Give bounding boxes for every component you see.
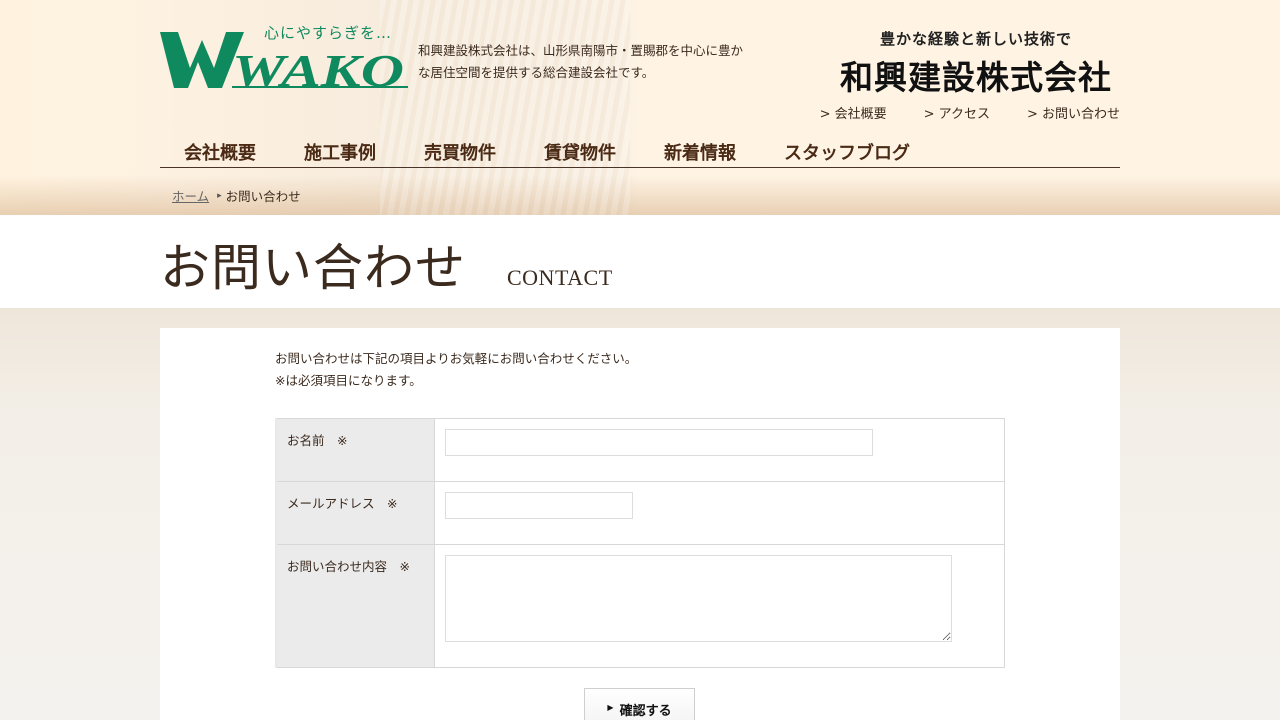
form-row-message: お問い合わせ内容 ※ bbox=[275, 544, 1005, 668]
message-field-cell bbox=[433, 544, 1005, 668]
contact-form-table: お名前 ※ メールアドレス ※ お問い合わせ内容 ※ bbox=[275, 418, 1005, 668]
form-row-email: メールアドレス ※ bbox=[275, 481, 1005, 545]
breadcrumb-home[interactable]: ホーム bbox=[172, 186, 209, 205]
logo-tagline: 心にやすらぎを… bbox=[264, 24, 393, 42]
message-textarea[interactable] bbox=[444, 555, 952, 642]
email-input[interactable] bbox=[444, 492, 633, 519]
name-label: お名前 ※ bbox=[275, 418, 435, 482]
wako-logo[interactable]: 心にやすらぎを… WAKO bbox=[160, 22, 410, 96]
header-wood-texture bbox=[380, 0, 630, 215]
gnav-item-sale[interactable]: 売買物件 bbox=[400, 141, 520, 167]
logo-text: WAKO bbox=[232, 45, 404, 92]
name-field-cell bbox=[433, 418, 1005, 482]
header-description: 和興建設株式会社は、山形県南陽市・置賜郡を中心に豊かな居住空間を提供する総合建設… bbox=[418, 43, 744, 80]
confirm-button[interactable]: ▶ 確認する bbox=[584, 688, 695, 720]
util-link-access[interactable]: > アクセス bbox=[924, 103, 990, 122]
gnav-item-staff-blog[interactable]: スタッフブログ bbox=[760, 141, 934, 167]
contact-panel: お問い合わせは下記の項目よりお気軽にお問い合わせください。 ※は必須項目になりま… bbox=[160, 328, 1120, 720]
brand-block: 豊かな経験と新しい技術で 和興建設株式会社 bbox=[836, 28, 1116, 99]
global-nav: 会社概要 施工事例 売買物件 賃貸物件 新着情報 スタッフブログ bbox=[160, 141, 1120, 168]
title-band: お問い合わせ CONTACT bbox=[0, 215, 1280, 308]
form-row-name: お名前 ※ bbox=[275, 418, 1005, 482]
page-subtitle: CONTACT bbox=[507, 265, 613, 290]
email-field-cell bbox=[433, 481, 1005, 545]
gnav-item-works[interactable]: 施工事例 bbox=[280, 141, 400, 167]
site-header: 心にやすらぎを… WAKO 和興建設株式会社は、山形県南陽市・置賜郡を中心に豊か… bbox=[0, 0, 1280, 215]
page-title: お問い合わせ bbox=[160, 239, 466, 297]
email-label: メールアドレス ※ bbox=[275, 481, 435, 545]
breadcrumb: ホーム ▸ お問い合わせ bbox=[172, 186, 301, 205]
breadcrumb-current: お問い合わせ bbox=[225, 189, 301, 204]
required-note: ※は必須項目になります。 bbox=[275, 373, 422, 388]
intro-line: お問い合わせは下記の項目よりお気軽にお問い合わせください。 bbox=[275, 351, 638, 366]
chevron-right-icon: ▸ bbox=[217, 190, 222, 201]
gnav-item-rental[interactable]: 賃貸物件 bbox=[520, 141, 640, 167]
brand-name: 和興建設株式会社 bbox=[840, 58, 1112, 97]
confirm-label: 確認する bbox=[619, 704, 672, 719]
brand-tagline: 豊かな経験と新しい技術で bbox=[879, 30, 1072, 48]
message-label: お問い合わせ内容 ※ bbox=[275, 544, 435, 668]
gnav-item-news[interactable]: 新着情報 bbox=[640, 141, 760, 167]
form-intro: お問い合わせは下記の項目よりお気軽にお問い合わせください。 ※は必須項目になりま… bbox=[275, 348, 637, 392]
utility-nav: > 会社概要 > アクセス > お問い合わせ bbox=[820, 103, 1120, 122]
util-link-company[interactable]: > 会社概要 bbox=[820, 103, 887, 122]
name-input[interactable] bbox=[444, 429, 873, 456]
util-link-contact[interactable]: > お問い合わせ bbox=[1027, 103, 1120, 122]
gnav-item-company[interactable]: 会社概要 bbox=[160, 141, 280, 167]
play-arrow-icon: ▶ bbox=[607, 703, 614, 712]
